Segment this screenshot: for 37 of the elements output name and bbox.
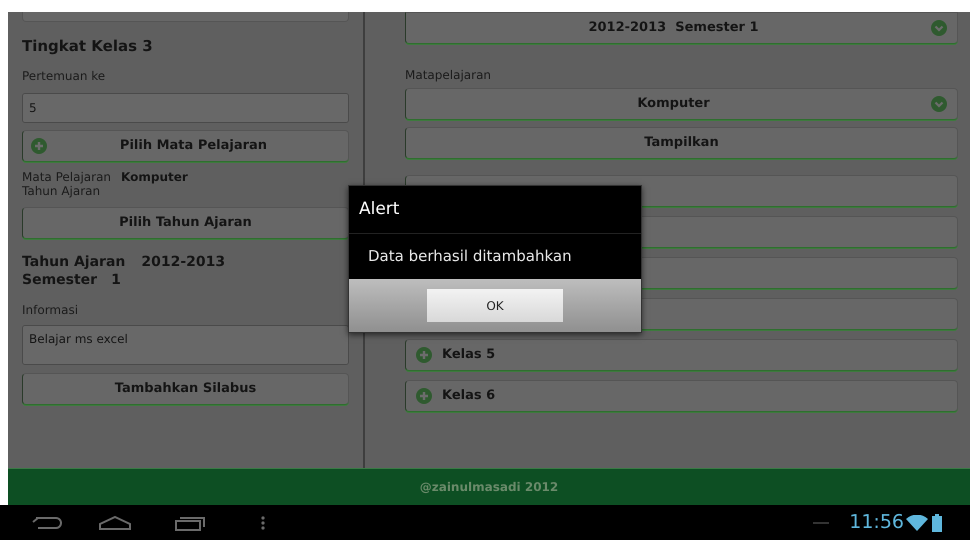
section-heading: Tingkat Kelas 3	[22, 37, 154, 55]
class-row[interactable]: Kelas 6	[405, 380, 958, 412]
dialog-title: Alert	[349, 186, 641, 234]
footer-bar: @zainulmasadi 2012	[8, 468, 970, 505]
plus-circle-icon	[416, 347, 432, 363]
field-label: Pertemuan ke	[22, 68, 106, 85]
battery-icon	[932, 514, 942, 532]
plus-circle-icon	[31, 138, 47, 154]
summary-label: Semester	[22, 271, 98, 289]
period-dropdown[interactable]: 2012-2013 Semester 1	[405, 12, 958, 44]
summary-label: Tahun Ajaran	[22, 253, 126, 271]
field-label: Informasi	[22, 302, 80, 319]
clock: 11:56	[849, 510, 904, 536]
add-syllabus-button[interactable]: Tambahkan Silabus	[22, 373, 349, 405]
class-row[interactable]: Kelas 5	[405, 339, 958, 371]
recent-apps-icon[interactable]	[174, 514, 206, 530]
summary-value: 2012-2013	[141, 253, 226, 271]
summary-value: 1	[111, 271, 121, 289]
ok-button[interactable]: OK	[427, 289, 563, 322]
chevron-down-circle-icon	[931, 96, 947, 112]
pick-subject-button[interactable]: Pilih Mata Pelajaran	[22, 130, 349, 162]
back-icon[interactable]	[30, 514, 64, 530]
pick-year-button[interactable]: Pilih Tahun Ajaran	[22, 207, 349, 239]
home-icon[interactable]	[98, 514, 132, 530]
menu-icon[interactable]	[261, 516, 265, 530]
info-text-area[interactable]: Belajar ms excel	[22, 325, 349, 365]
field-label: Matapelajaran	[405, 67, 492, 84]
chevron-down-circle-icon	[931, 20, 947, 36]
field-label: Mata Pelajaran	[22, 170, 112, 184]
meeting-input-field[interactable]: 5	[22, 93, 349, 123]
field-label: Tahun Ajaran	[22, 184, 102, 198]
show-button[interactable]: Tampilkan	[405, 127, 958, 159]
plus-circle-icon	[416, 388, 432, 404]
dialog-message: Data berhasil ditambahkan	[367, 246, 573, 268]
subject-dropdown[interactable]: Komputer	[405, 88, 958, 120]
wifi-icon	[906, 514, 928, 530]
subject-value: Komputer	[121, 170, 188, 184]
